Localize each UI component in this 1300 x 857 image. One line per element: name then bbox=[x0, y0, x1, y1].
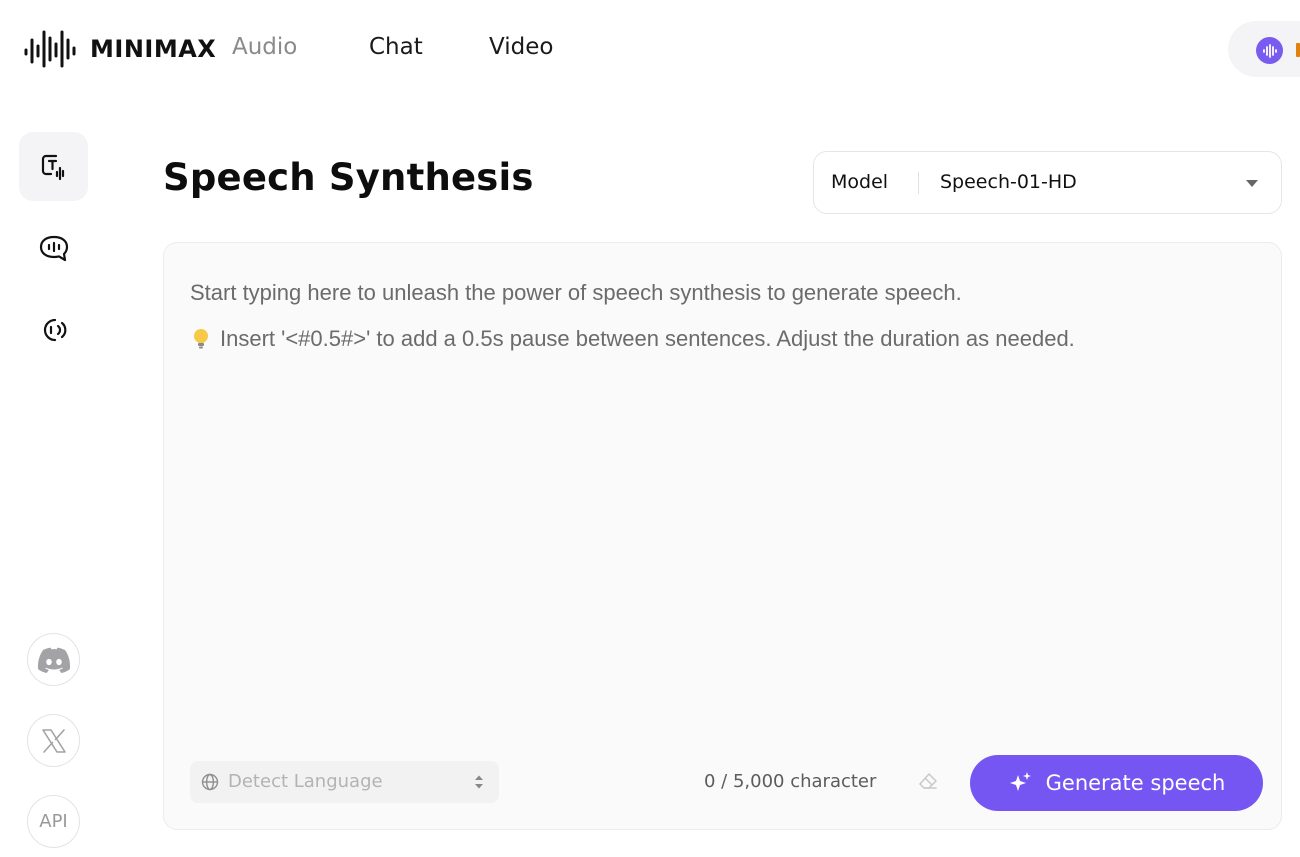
voice-clone-icon bbox=[43, 318, 66, 341]
voice-avatar-icon bbox=[1256, 37, 1283, 64]
discord-link[interactable] bbox=[27, 633, 80, 686]
text-to-speech-icon bbox=[41, 154, 64, 180]
nav-video[interactable]: Video bbox=[489, 34, 553, 60]
nav-chat[interactable]: Chat bbox=[369, 34, 423, 60]
editor-placeholder-line2: Insert '<#0.5#>' to add a 0.5s pause bet… bbox=[190, 326, 1075, 352]
sidebar-item-speech-synthesis[interactable] bbox=[19, 132, 88, 201]
generate-speech-button[interactable]: Generate speech bbox=[970, 755, 1263, 811]
model-value: Speech-01-HD bbox=[940, 171, 1077, 193]
top-navigation: MINIMAX Audio Chat Video bbox=[0, 0, 1300, 100]
text-editor[interactable]: Start typing here to unleash the power o… bbox=[163, 242, 1282, 830]
lightbulb-icon bbox=[194, 329, 208, 349]
waveform-logo-icon bbox=[24, 30, 76, 68]
eraser-icon[interactable] bbox=[918, 772, 938, 790]
model-select[interactable]: Model Speech-01-HD bbox=[813, 151, 1282, 214]
page-title: Speech Synthesis bbox=[163, 156, 534, 199]
user-name-fragment bbox=[1296, 43, 1300, 57]
sidebar-item-voice-chat[interactable] bbox=[19, 213, 88, 282]
caret-down-icon bbox=[1246, 180, 1258, 187]
brand-logo[interactable]: MINIMAX bbox=[24, 28, 216, 70]
character-counter: 0 / 5,000 character bbox=[704, 771, 877, 792]
language-placeholder: Detect Language bbox=[228, 771, 383, 792]
api-label: API bbox=[39, 811, 68, 832]
divider bbox=[918, 172, 919, 194]
globe-icon bbox=[201, 773, 219, 791]
pause-hint-text: Insert '<#0.5#>' to add a 0.5s pause bet… bbox=[220, 326, 1075, 351]
sparkle-icon bbox=[1009, 772, 1031, 791]
generate-speech-label: Generate speech bbox=[1045, 771, 1226, 795]
sort-arrows-icon bbox=[475, 775, 483, 789]
model-label: Model bbox=[831, 171, 889, 193]
api-link[interactable]: API bbox=[27, 795, 80, 848]
language-select[interactable]: Detect Language bbox=[190, 761, 499, 803]
user-menu[interactable] bbox=[1228, 21, 1300, 77]
x-icon bbox=[41, 728, 66, 753]
nav-audio[interactable]: Audio bbox=[232, 34, 297, 60]
editor-placeholder-line1: Start typing here to unleash the power o… bbox=[190, 280, 962, 305]
discord-icon bbox=[37, 647, 70, 673]
sidebar-item-voice-clone[interactable] bbox=[19, 295, 88, 364]
brand-name: MINIMAX bbox=[90, 35, 217, 63]
x-link[interactable] bbox=[27, 714, 80, 767]
voice-chat-icon bbox=[39, 235, 68, 261]
